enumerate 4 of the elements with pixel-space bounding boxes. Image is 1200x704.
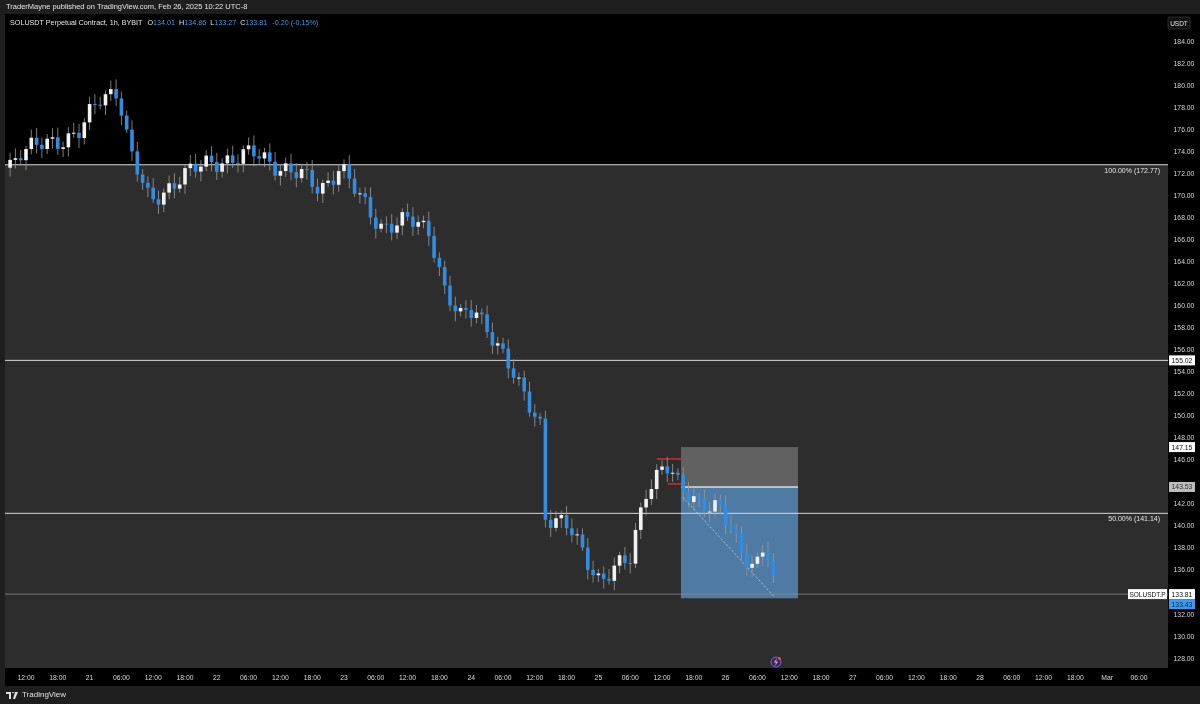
lightning-icon[interactable] xyxy=(770,656,782,668)
brand-name: TradingView xyxy=(22,689,67,701)
marker-line xyxy=(656,458,682,460)
logo-icon xyxy=(6,691,18,699)
